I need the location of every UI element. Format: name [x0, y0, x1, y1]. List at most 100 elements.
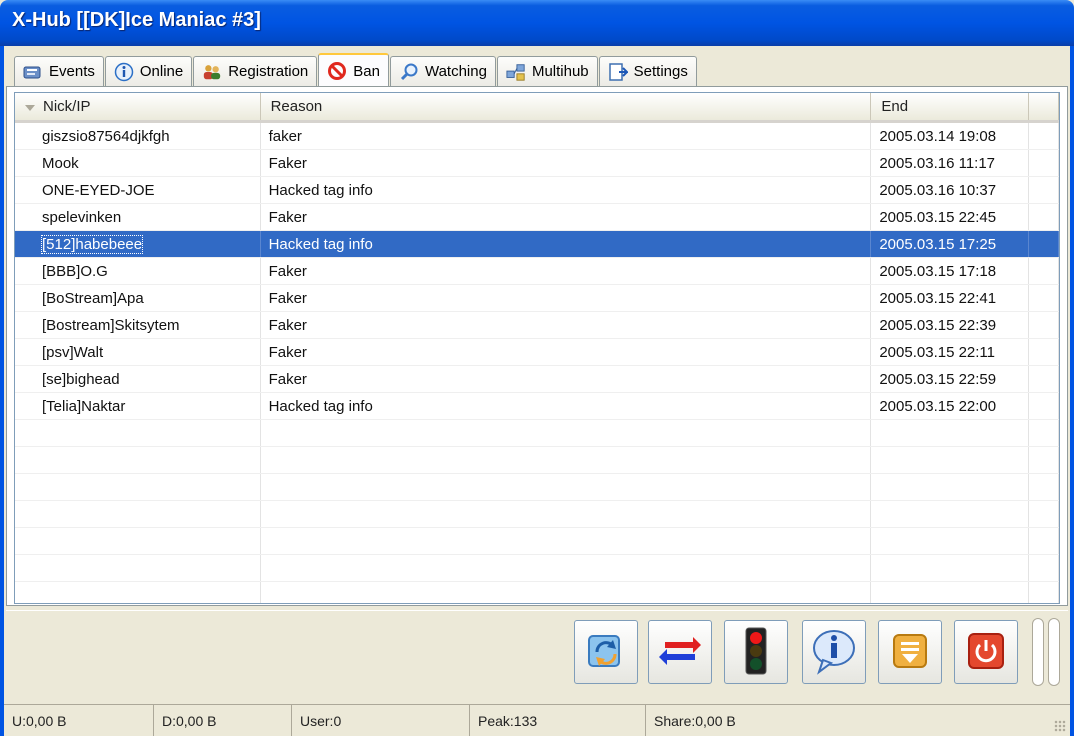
column-header-nick[interactable]: Nick/IP	[15, 93, 261, 120]
transfer-button[interactable]	[648, 620, 712, 684]
ban-icon	[327, 62, 347, 80]
window-title: X-Hub [[DK]Ice Maniac #3]	[12, 9, 261, 31]
table-row-selected[interactable]: [512]habebeee Hacked tag info 2005.03.15…	[15, 231, 1059, 258]
sort-down-icon	[25, 105, 35, 111]
column-header-extra[interactable]	[1029, 93, 1059, 120]
reason-cell: Faker	[268, 316, 307, 334]
tab-label: Registration	[228, 63, 309, 80]
scroll-down-button[interactable]	[878, 620, 942, 684]
list-rows: giszsio87564djkfgh faker 2005.03.14 19:0…	[15, 123, 1059, 603]
end-cell: 2005.03.14 19:08	[879, 127, 997, 145]
reason-cell: Faker	[268, 154, 307, 172]
info-button[interactable]	[802, 620, 866, 684]
tab-label: Watching	[424, 63, 487, 80]
end-cell: 2005.03.16 10:37	[879, 181, 997, 199]
tab-multihub[interactable]: Multihub	[496, 56, 598, 86]
reason-cell: Hacked tag info	[268, 235, 373, 253]
empty-row	[15, 474, 1059, 501]
nick-cell: spelevinken	[42, 208, 122, 226]
table-row[interactable]: [Bostream]Skitsytem Faker 2005.03.15 22:…	[15, 312, 1059, 339]
empty-row	[15, 582, 1059, 603]
magnifier-icon	[399, 63, 419, 81]
toolbar-grip[interactable]	[1032, 618, 1044, 686]
reason-cell: Faker	[268, 208, 307, 226]
tab-label: Multihub	[531, 63, 589, 80]
column-header-reason[interactable]: Reason	[261, 93, 872, 120]
power-button[interactable]	[954, 620, 1018, 684]
end-cell: 2005.03.16 11:17	[879, 154, 996, 172]
tab-label: Ban	[353, 62, 380, 80]
table-row[interactable]: Mook Faker 2005.03.16 11:17	[15, 150, 1059, 177]
empty-row	[15, 420, 1059, 447]
end-cell: 2005.03.15 22:00	[879, 397, 997, 415]
toolbar-grip[interactable]	[1048, 618, 1060, 686]
nick-cell: giszsio87564djkfgh	[42, 127, 170, 145]
reason-cell: Hacked tag info	[268, 181, 373, 199]
table-row[interactable]: [BoStream]Apa Faker 2005.03.15 22:41	[15, 285, 1059, 312]
nick-cell: [Bostream]Skitsytem	[42, 316, 180, 334]
reason-cell: Faker	[268, 262, 307, 280]
reason-cell: Faker	[268, 289, 307, 307]
tab-label: Events	[49, 63, 95, 80]
action-toolbar	[6, 610, 1068, 700]
ban-list[interactable]: Nick/IP Reason End giszsio87564djkfgh fa…	[14, 92, 1060, 604]
table-row[interactable]: [psv]Walt Faker 2005.03.15 22:11	[15, 339, 1059, 366]
settings-icon	[608, 62, 628, 81]
power-icon	[966, 631, 1006, 674]
traffic-light-icon	[733, 626, 779, 679]
end-cell: 2005.03.15 22:45	[879, 208, 997, 226]
resize-grip-icon[interactable]	[1054, 720, 1066, 732]
tab-label: Online	[139, 63, 184, 80]
empty-row	[15, 555, 1059, 582]
tab-label: Settings	[633, 63, 688, 80]
nick-cell: ONE-EYED-JOE	[42, 181, 155, 199]
traffic-light-button[interactable]	[724, 620, 788, 684]
tab-online[interactable]: Online	[104, 56, 193, 86]
status-peak: Peak:133	[470, 705, 646, 736]
refresh-icon	[583, 628, 629, 677]
window-frame-left	[0, 46, 4, 736]
nick-cell: Mook	[42, 154, 79, 172]
status-share: Share:0,00 B	[654, 712, 736, 729]
status-upload: U:0,00 B	[4, 705, 154, 736]
reason-cell: Hacked tag info	[268, 397, 373, 415]
title-bar: X-Hub [[DK]Ice Maniac #3]	[0, 0, 1074, 46]
transfer-icon	[657, 628, 703, 677]
tab-registration[interactable]: Registration	[193, 56, 318, 86]
tab-strip: Events Online Registration Ban Watching …	[14, 52, 698, 87]
empty-row	[15, 447, 1059, 474]
table-row[interactable]: ONE-EYED-JOE Hacked tag info 2005.03.16 …	[15, 177, 1059, 204]
status-download: D:0,00 B	[154, 705, 292, 736]
end-cell: 2005.03.15 17:25	[879, 235, 997, 253]
tab-events[interactable]: Events	[14, 56, 104, 86]
reason-cell: faker	[268, 127, 302, 145]
info-icon	[114, 62, 134, 81]
nick-cell: [psv]Walt	[42, 343, 104, 361]
table-row[interactable]: spelevinken Faker 2005.03.15 22:45	[15, 204, 1059, 231]
tab-ban[interactable]: Ban	[318, 53, 389, 87]
table-row[interactable]: [Telia]Naktar Hacked tag info 2005.03.15…	[15, 393, 1059, 420]
tab-watching[interactable]: Watching	[389, 56, 496, 86]
table-row[interactable]: [BBB]O.G Faker 2005.03.15 17:18	[15, 258, 1059, 285]
list-header: Nick/IP Reason End	[15, 93, 1059, 123]
end-cell: 2005.03.15 22:41	[879, 289, 997, 307]
end-cell: 2005.03.15 22:59	[879, 370, 997, 388]
window-frame-right	[1070, 46, 1074, 736]
table-row[interactable]: giszsio87564djkfgh faker 2005.03.14 19:0…	[15, 123, 1059, 150]
tab-settings[interactable]: Settings	[598, 56, 697, 86]
status-users: User:0	[292, 705, 470, 736]
end-cell: 2005.03.15 17:18	[879, 262, 997, 280]
column-header-end[interactable]: End	[871, 93, 1030, 120]
network-icon	[506, 63, 526, 81]
end-cell: 2005.03.15 22:11	[879, 343, 996, 361]
refresh-button[interactable]	[574, 620, 638, 684]
end-cell: 2005.03.15 22:39	[879, 316, 997, 334]
table-row[interactable]: [se]bighead Faker 2005.03.15 22:59	[15, 366, 1059, 393]
empty-row	[15, 528, 1059, 555]
users-icon	[202, 63, 222, 81]
nick-cell: [BBB]O.G	[42, 262, 108, 280]
nick-cell: [512]habebeee	[40, 234, 144, 254]
reason-cell: Faker	[268, 370, 307, 388]
status-bar: U:0,00 B D:0,00 B User:0 Peak:133 Share:…	[4, 704, 1070, 736]
nick-cell: [Telia]Naktar	[42, 397, 126, 415]
